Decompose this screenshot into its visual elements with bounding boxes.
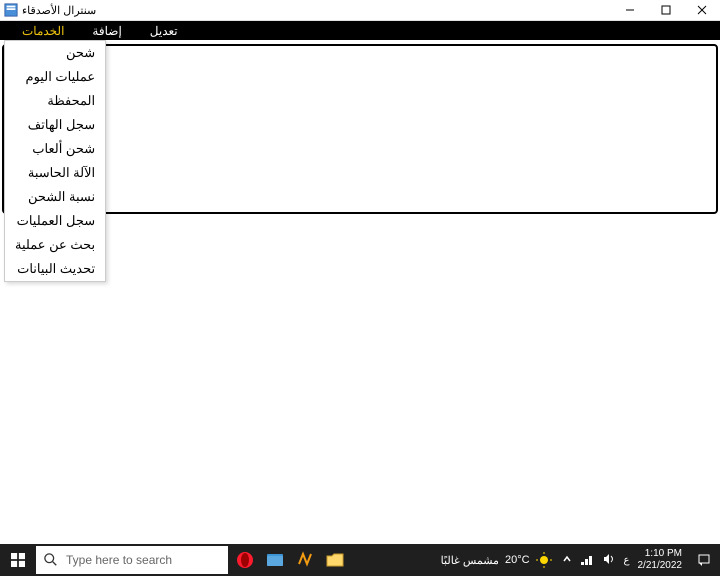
weather-temp: 20°C <box>505 554 530 566</box>
minimize-button[interactable] <box>612 0 648 21</box>
taskbar-app-folder[interactable] <box>260 544 290 576</box>
start-button[interactable] <box>0 544 36 576</box>
tray-icons: ع <box>562 552 630 569</box>
taskbar-apps <box>230 544 350 576</box>
clock-time: 1:10 PM <box>638 548 683 560</box>
app-icon <box>4 3 18 17</box>
system-tray: 20°C مشمس غالبًا ع 1:10 PM 2/21/2022 <box>433 544 720 576</box>
dropdown-item-phone-log[interactable]: سجل الهاتف <box>5 113 105 137</box>
search-icon <box>44 553 58 567</box>
weather-desc: مشمس غالبًا <box>441 554 499 567</box>
notifications-button[interactable] <box>690 544 718 576</box>
menu-services[interactable]: الخدمات <box>8 21 78 40</box>
dropdown-item-ops-log[interactable]: سجل العمليات <box>5 209 105 233</box>
search-placeholder: Type here to search <box>66 553 172 567</box>
taskbar: Type here to search 20°C مشمس غالبًا ع 1… <box>0 544 720 576</box>
language-indicator[interactable]: ع <box>624 555 630 566</box>
titlebar-left: سنترال الأصدقاء <box>0 3 96 17</box>
dropdown-item-wallet[interactable]: المحفظة <box>5 89 105 113</box>
dropdown-item-charge-rate[interactable]: نسبة الشحن <box>5 185 105 209</box>
close-button[interactable] <box>684 0 720 21</box>
taskbar-app-explorer[interactable] <box>320 544 350 576</box>
dropdown-item-game-charge[interactable]: شحن ألعاب <box>5 137 105 161</box>
titlebar: سنترال الأصدقاء <box>0 0 720 21</box>
menubar: الخدمات إضافة تعديل <box>0 21 720 40</box>
services-dropdown: شحن عمليات اليوم المحفظة سجل الهاتف شحن … <box>4 40 106 282</box>
dropdown-item-today-ops[interactable]: عمليات اليوم <box>5 65 105 89</box>
dropdown-item-update-data[interactable]: تحديث البيانات <box>5 257 105 281</box>
clock-date: 2/21/2022 <box>638 560 683 572</box>
clock[interactable]: 1:10 PM 2/21/2022 <box>632 548 689 572</box>
network-icon[interactable] <box>580 552 594 569</box>
menu-edit[interactable]: تعديل <box>136 21 192 40</box>
maximize-button[interactable] <box>648 0 684 21</box>
taskbar-app-winamp[interactable] <box>290 544 320 576</box>
dropdown-item-calculator[interactable]: الآلة الحاسبة <box>5 161 105 185</box>
dropdown-item-charge[interactable]: شحن <box>5 41 105 65</box>
weather-widget[interactable]: 20°C مشمس غالبًا <box>433 552 560 568</box>
dropdown-item-search-op[interactable]: بحث عن عملية <box>5 233 105 257</box>
window-controls <box>612 0 720 21</box>
search-box[interactable]: Type here to search <box>36 546 228 574</box>
content-panel <box>2 44 718 214</box>
window-title: سنترال الأصدقاء <box>22 4 96 17</box>
volume-icon[interactable] <box>602 552 616 569</box>
menu-add[interactable]: إضافة <box>78 21 135 40</box>
chevron-up-icon[interactable] <box>562 554 572 567</box>
taskbar-app-opera[interactable] <box>230 544 260 576</box>
